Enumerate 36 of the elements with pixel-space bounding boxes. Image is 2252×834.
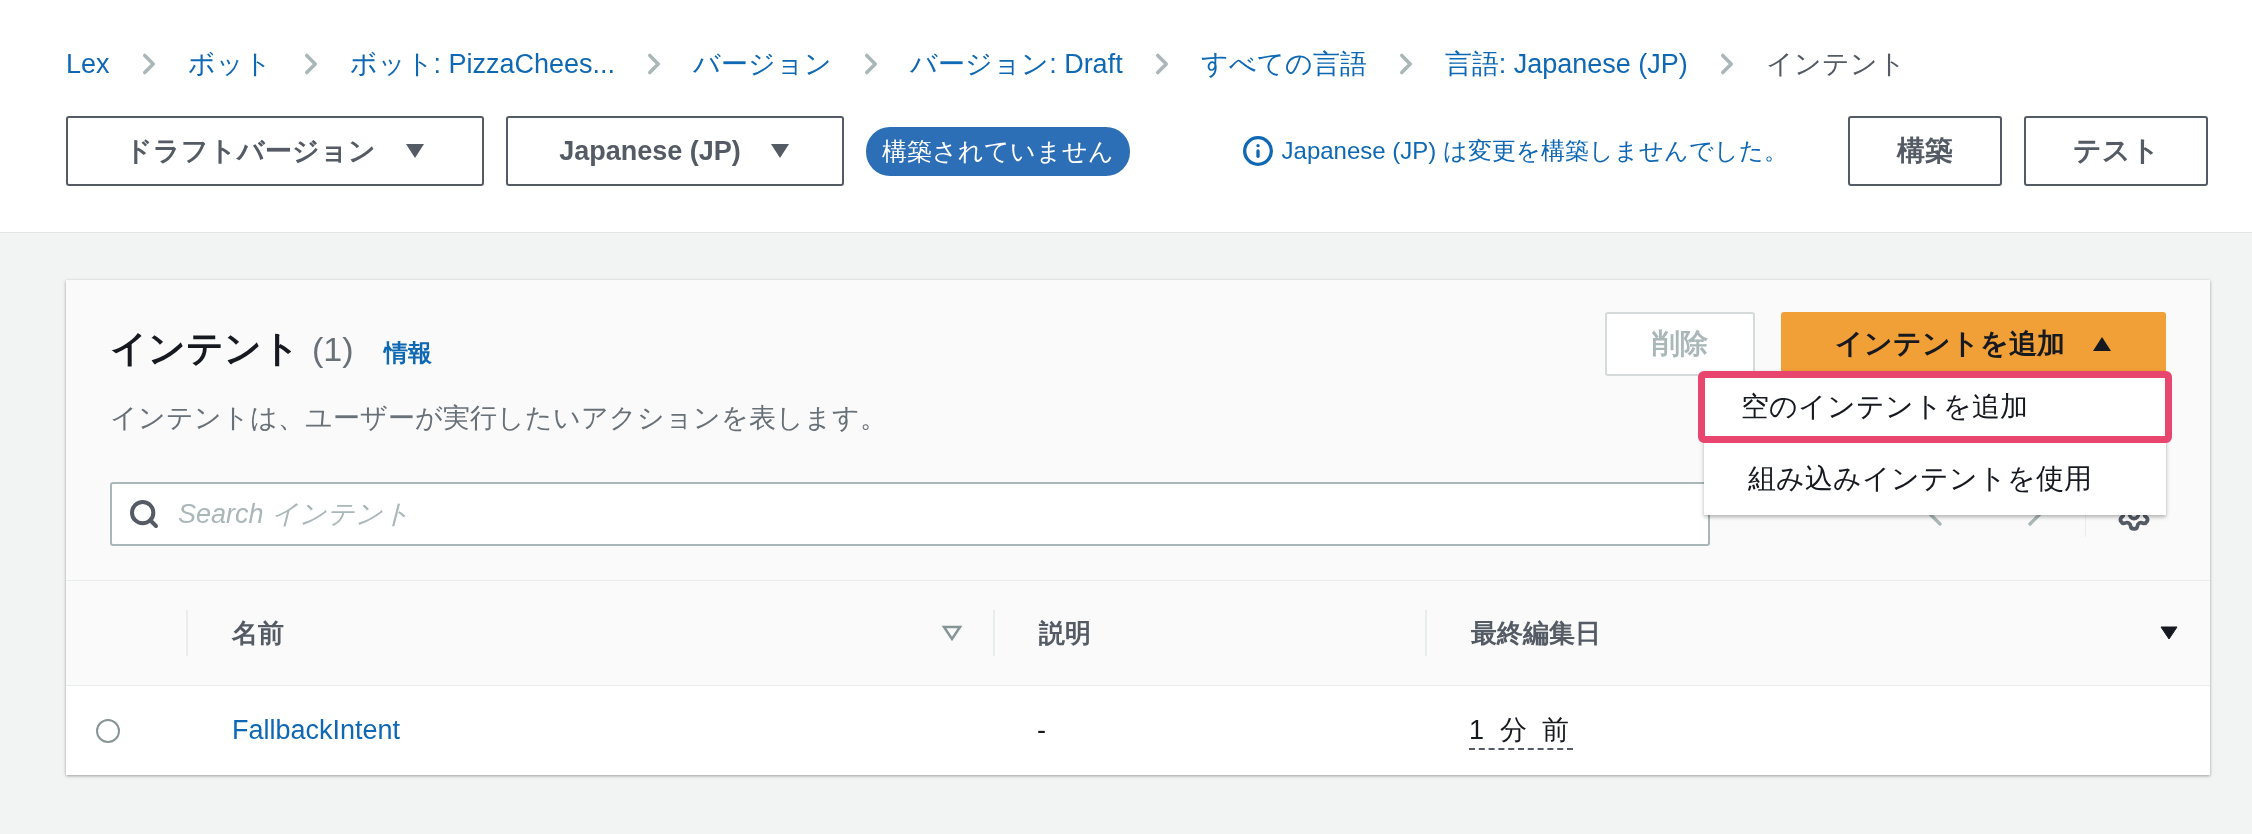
info-icon [1241,135,1274,167]
column-label: 説明 [1039,616,1092,650]
panel-title: インテント [110,327,300,371]
menu-item[interactable]: 空のインテントを追加 [1698,371,2172,443]
caret-icon [403,142,426,160]
column-header[interactable]: 名前 [186,610,993,656]
breadcrumb-current: インテント [1765,48,1906,81]
intent-count: (1) [312,330,354,369]
caret-icon [2090,335,2113,353]
breadcrumb-link[interactable]: Lex [66,48,110,80]
toolbar-button[interactable]: 構築 [1848,116,2002,186]
breadcrumb-link[interactable]: すべての言語 [1200,46,1367,82]
table-cell-text: - [1036,715,1047,746]
column-label: 名前 [232,616,285,650]
breadcrumb-link[interactable]: バージョン: Draft [910,46,1123,82]
breadcrumb-link[interactable]: バージョン [693,46,833,82]
caret-icon [768,142,791,160]
panel-description: インテントは、ユーザーが実行したいアクションを表します。 [110,402,888,435]
search-field[interactable]: Search インテント [110,482,1710,546]
last-edited-time: 1 分 前 [1469,711,1574,750]
info-link[interactable]: 情報 [383,337,432,369]
search-icon [128,498,160,530]
sort-icon[interactable] [2158,624,2180,642]
breadcrumb-link[interactable]: 言語: Japanese (JP) [1444,46,1688,82]
breadcrumb-link[interactable]: ボット: PizzaChees... [349,46,616,82]
column-label: 最終編集日 [1471,616,1602,650]
info-message: Japanese (JP) は変更を構築しませんでした。 [1281,136,1788,166]
version-select[interactable]: ドラフトバージョン [66,116,484,186]
intent-name-link[interactable]: FallbackIntent [186,715,993,746]
breadcrumb-link[interactable]: ボット [187,46,272,82]
row-radio[interactable] [96,718,120,743]
column-header[interactable]: 説明 [993,610,1425,656]
status-badge: 構築されていません [866,126,1130,176]
column-header[interactable]: 最終編集日 [1425,610,2210,656]
language-select[interactable]: Japanese (JP) [506,116,844,186]
toolbar-button[interactable]: テスト [2024,116,2208,186]
